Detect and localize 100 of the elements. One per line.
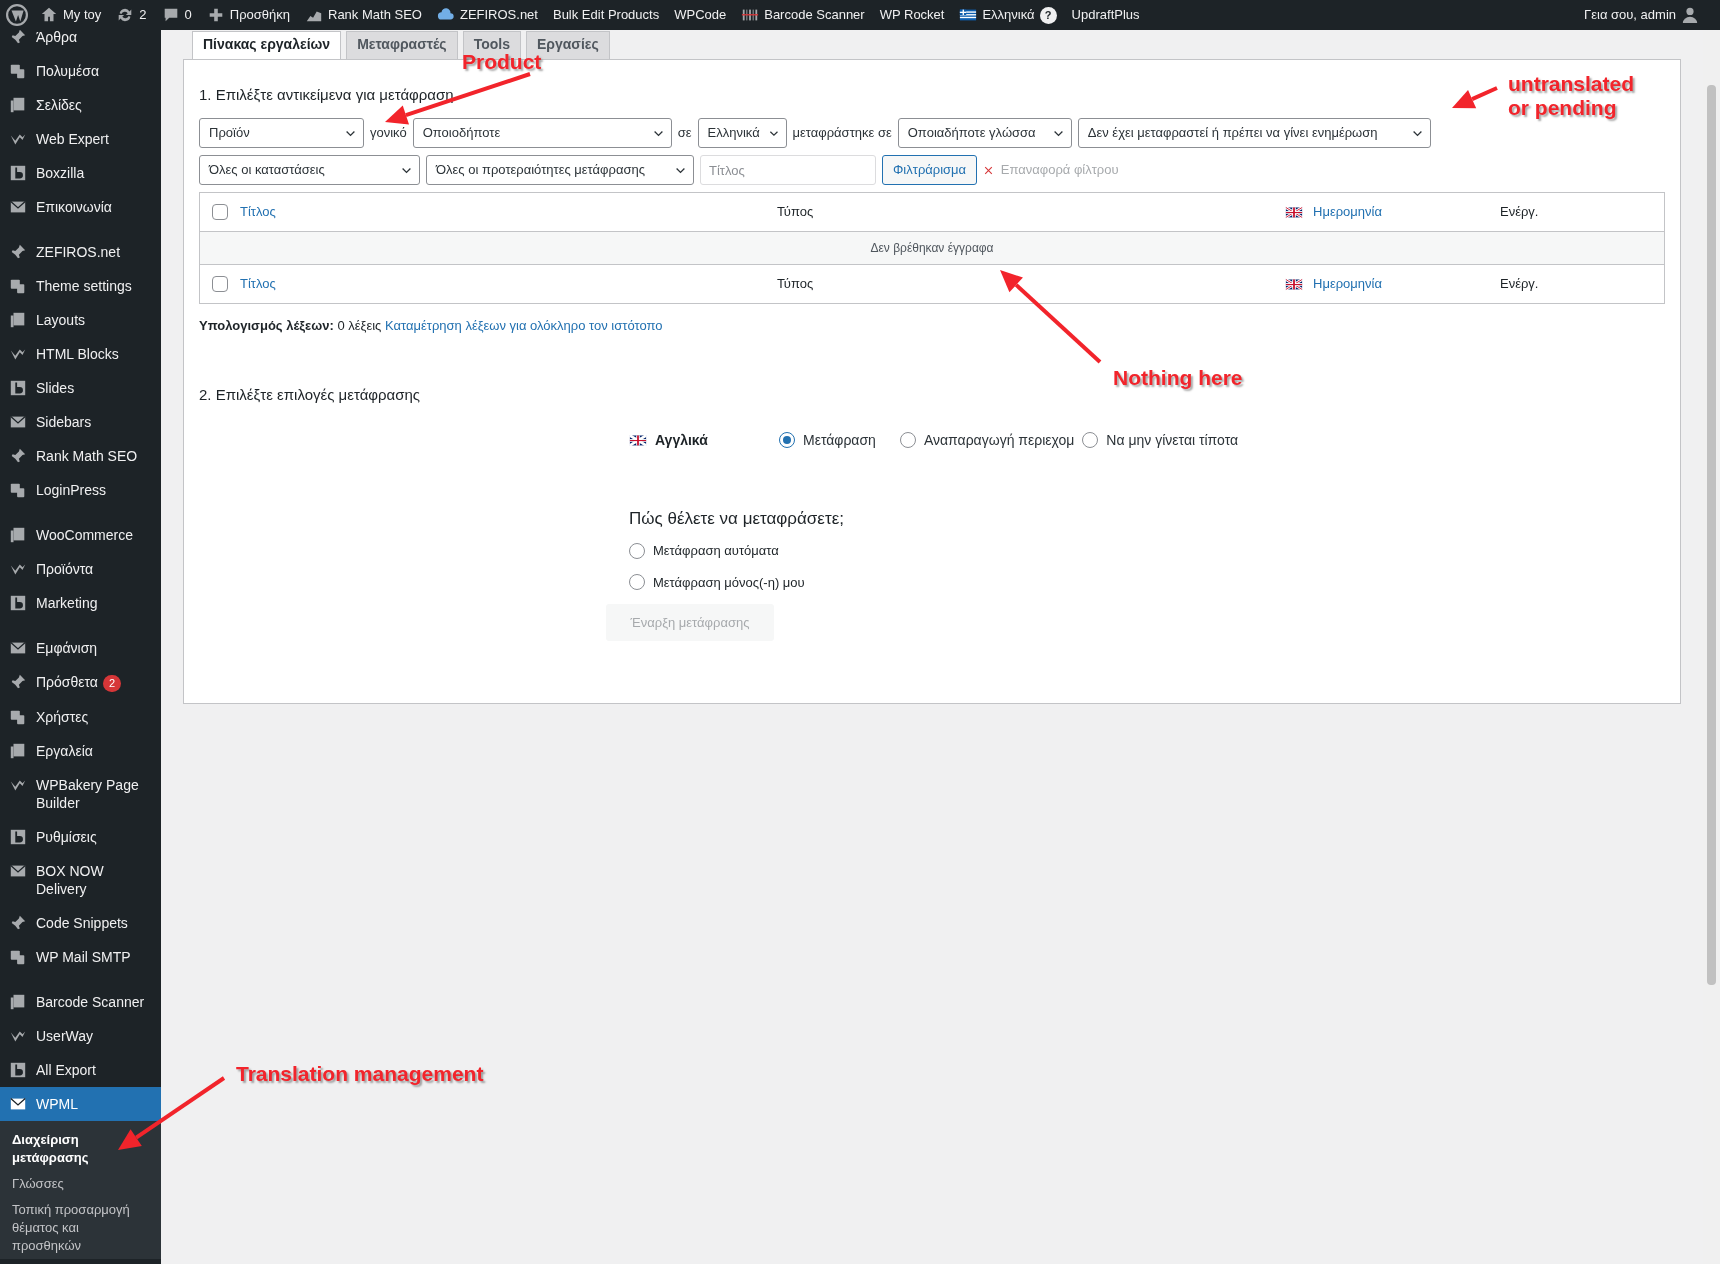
tab[interactable]: Μεταφραστές bbox=[346, 31, 458, 59]
submenu-item[interactable]: Διαχείριση μετάφρασης bbox=[0, 1127, 161, 1171]
sidebar-item[interactable]: Πολυμέσα bbox=[0, 54, 161, 88]
menu-icon bbox=[9, 914, 27, 932]
admin-bar-item[interactable]: WP Rocket bbox=[879, 5, 945, 25]
submenu-item[interactable]: Τοπική προσαρμογή θέματος και προσθηκών bbox=[0, 1197, 161, 1259]
select-field[interactable]: Ελληνικά bbox=[697, 118, 787, 148]
menu-icon bbox=[9, 481, 27, 499]
column-header: Τύπος bbox=[777, 275, 814, 294]
filter-label: σε bbox=[677, 124, 692, 143]
question-heading: Πώς θέλετε να μεταφράσετε; bbox=[629, 507, 845, 530]
select-field[interactable]: Δεν έχει μεταφραστεί ή πρέπει να γίνει ενημέρωση bbox=[1077, 118, 1431, 148]
uk-flag-icon bbox=[1285, 203, 1303, 221]
menu-icon bbox=[9, 277, 27, 295]
sidebar-item[interactable]: BOX NOW Delivery bbox=[0, 854, 161, 906]
column-header-link[interactable]: Ημερομηνία bbox=[1313, 202, 1382, 222]
sidebar-item[interactable]: Layouts bbox=[0, 303, 161, 337]
sidebar-item[interactable]: Code Snippets bbox=[0, 906, 161, 940]
menu-icon bbox=[9, 526, 27, 544]
sidebar-item[interactable]: Επικοινωνία bbox=[0, 190, 161, 224]
select-field[interactable]: Όλες οι καταστάσεις bbox=[199, 155, 420, 185]
sidebar-item[interactable]: LoginPress bbox=[0, 473, 161, 507]
sidebar-item[interactable]: Ρυθμίσεις bbox=[0, 820, 161, 854]
admin-bar-item[interactable]: Rank Math SEO bbox=[305, 5, 422, 25]
column-header: Τύπος bbox=[777, 203, 814, 222]
greeting-link[interactable]: Γεια σου, admin bbox=[1584, 5, 1699, 25]
select-field[interactable]: Προϊόν bbox=[199, 118, 364, 148]
sidebar-item[interactable]: Marketing bbox=[0, 586, 161, 620]
sidebar-item[interactable]: Barcode Scanner bbox=[0, 985, 161, 1019]
submenu-item[interactable]: Γλώσσες bbox=[0, 1171, 161, 1197]
sidebar-item[interactable]: ZEFIROS.net bbox=[0, 235, 161, 269]
wordpress-logo-icon bbox=[6, 4, 28, 26]
select-field[interactable]: Οποιοδήποτε bbox=[412, 118, 672, 148]
admin-bar-item[interactable]: Προσθήκη bbox=[206, 5, 290, 25]
sidebar-item[interactable]: WPML bbox=[0, 1087, 161, 1121]
menu-icon bbox=[9, 62, 27, 80]
user-icon bbox=[1681, 6, 1699, 24]
help-badge: ? bbox=[1039, 6, 1057, 24]
radio-option[interactable]: Αναπαραγωγή περιεχομ bbox=[899, 429, 1075, 451]
tab[interactable]: Πίνακας εργαλείων bbox=[192, 31, 342, 59]
sidebar-item[interactable]: HTML Blocks bbox=[0, 337, 161, 371]
filter-button[interactable]: Φιλτράρισμα bbox=[882, 155, 978, 185]
sidebar-item[interactable]: All Export bbox=[0, 1053, 161, 1087]
sidebar-item[interactable]: Προϊόντα bbox=[0, 552, 161, 586]
menu-icon bbox=[9, 742, 27, 760]
sidebar-item[interactable]: WP Mail SMTP bbox=[0, 940, 161, 974]
admin-bar-item[interactable]: WPCode bbox=[674, 5, 727, 25]
menu-icon bbox=[9, 1061, 27, 1079]
admin-bar-item[interactable]: My toy bbox=[40, 5, 102, 25]
language-label: Αγγλικά bbox=[655, 430, 708, 450]
select-field[interactable]: Όλες οι προτεραιότητες μετάφρασης bbox=[426, 155, 694, 185]
annotation-text: Translation management bbox=[236, 1062, 484, 1086]
sidebar-item[interactable]: Slides bbox=[0, 371, 161, 405]
checkbox[interactable] bbox=[212, 204, 228, 220]
uk-flag-icon bbox=[1285, 275, 1303, 293]
checkbox[interactable] bbox=[212, 276, 228, 292]
menu-icon bbox=[9, 243, 27, 261]
radio-option[interactable]: Μετάφραση μόνος(-η) μου bbox=[629, 572, 1665, 592]
title-input[interactable]: Τίτλος bbox=[700, 155, 876, 185]
empty-message: Δεν βρέθηκαν έγγραφα bbox=[200, 231, 1664, 265]
close-icon bbox=[983, 165, 995, 177]
admin-bar-item[interactable]: UpdraftPlus bbox=[1071, 5, 1140, 25]
column-header-link[interactable]: Ημερομηνία bbox=[1313, 274, 1382, 294]
menu-icon bbox=[9, 594, 27, 612]
sidebar-item[interactable]: Theme settings bbox=[0, 269, 161, 303]
admin-bar-item[interactable]: ZEFIROS.net bbox=[436, 5, 538, 25]
menu-icon bbox=[9, 379, 27, 397]
radio-option[interactable]: Μετάφραση bbox=[779, 429, 876, 451]
sidebar-item[interactable]: Χρήστες bbox=[0, 700, 161, 734]
column-header-link[interactable]: Τίτλος bbox=[240, 274, 276, 294]
admin-bar-item[interactable]: 0 bbox=[161, 5, 192, 25]
sidebar-item[interactable]: Σελίδες bbox=[0, 88, 161, 122]
sidebar-item[interactable]: Web Expert bbox=[0, 122, 161, 156]
admin-bar-item[interactable]: 2 bbox=[116, 5, 147, 25]
admin-bar-item[interactable]: Ελληνικά ? bbox=[959, 5, 1057, 25]
filter-label: μεταφράστηκε σε bbox=[792, 124, 892, 143]
word-count-text: Υπολογισμός λέξεων: 0 λέξεις bbox=[199, 318, 382, 333]
radio-option[interactable]: Να μην γίνεται τίποτα bbox=[1082, 429, 1239, 451]
sidebar-item[interactable]: Rank Math SEO bbox=[0, 439, 161, 473]
sidebar-item[interactable]: WooCommerce bbox=[0, 518, 161, 552]
annotation-arrow bbox=[1452, 86, 1498, 109]
menu-icon bbox=[9, 311, 27, 329]
column-header: Ενέργ. bbox=[1500, 275, 1539, 294]
sidebar-item[interactable]: Εργαλεία bbox=[0, 734, 161, 768]
menu-icon bbox=[9, 164, 27, 182]
sidebar-item[interactable]: Boxzilla bbox=[0, 156, 161, 190]
radio-option[interactable]: Μετάφραση αυτόματα bbox=[629, 541, 1665, 561]
sidebar-item[interactable]: Sidebars bbox=[0, 405, 161, 439]
admin-bar-item[interactable]: Barcode Scanner bbox=[741, 5, 865, 25]
sidebar-item[interactable]: UserWay bbox=[0, 1019, 161, 1053]
section-heading: 2. Επιλέξτε επιλογές μετάφρασης bbox=[199, 385, 421, 404]
column-header: Ενέργ. bbox=[1500, 203, 1539, 222]
select-field[interactable]: Οποιαδήποτε γλώσσα bbox=[897, 118, 1072, 148]
admin-bar-item[interactable]: Bulk Edit Products bbox=[552, 5, 660, 25]
column-header-link[interactable]: Τίτλος bbox=[240, 202, 276, 222]
sidebar-item[interactable]: WPBakery Page Builder bbox=[0, 768, 161, 820]
sidebar-item[interactable]: Εμφάνιση bbox=[0, 631, 161, 665]
word-count-link[interactable]: Καταμέτρηση λέξεων για ολόκληρο τον ιστότοπο bbox=[385, 318, 663, 333]
sidebar-item[interactable]: Πρόσθετα 2 bbox=[0, 665, 161, 700]
menu-icon bbox=[9, 447, 27, 465]
